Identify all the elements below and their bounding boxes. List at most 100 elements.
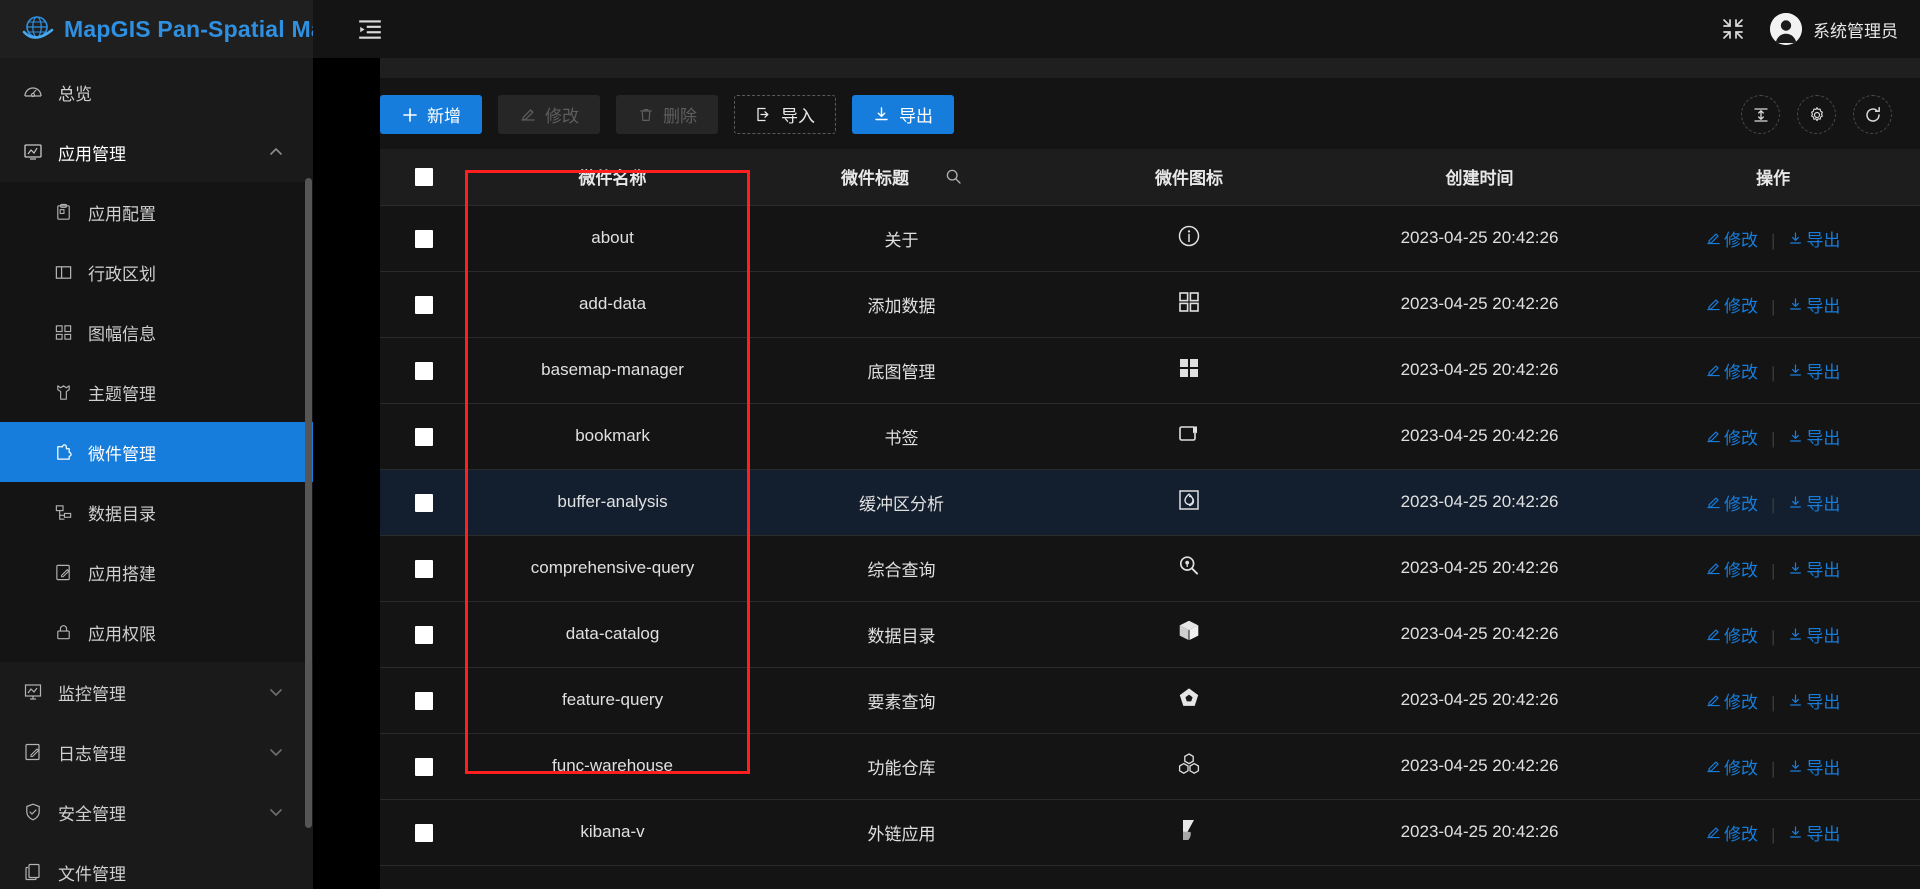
sidebar-item-monitor-management[interactable]: 监控管理 [0, 662, 313, 722]
edit-pencil-icon [1706, 627, 1721, 642]
table-row[interactable]: data-catalog 数据目录 2023-04-25 20:42:26 修改 | 导出 [380, 601, 1920, 668]
cell-widget-icon [1045, 337, 1333, 404]
refresh-icon [1864, 106, 1882, 124]
search-icon[interactable] [945, 168, 962, 185]
table-row[interactable]: bookmark 书签 2023-04-25 20:42:26 修改 | 导出 [380, 403, 1920, 470]
export-button[interactable]: 导出 [852, 95, 954, 134]
row-edit-link[interactable]: 修改 [1706, 358, 1758, 383]
import-button[interactable]: 导入 [734, 95, 836, 134]
row-checkbox[interactable] [414, 625, 433, 644]
row-checkbox[interactable] [414, 229, 433, 248]
row-checkbox[interactable] [414, 823, 433, 842]
row-export-link[interactable]: 导出 [1788, 424, 1840, 449]
sidebar-item-app-build[interactable]: 应用搭建 [0, 542, 313, 602]
row-export-link[interactable]: 导出 [1788, 490, 1840, 515]
sidebar-item-security-management[interactable]: 安全管理 [0, 782, 313, 842]
sidebar-menu: 总览 应用管理 应用配置 行政区划 图幅信息 主题管理 微件管理 数据目录 应用… [0, 58, 313, 889]
cell-actions: 修改 | 导出 [1626, 535, 1920, 602]
menu-fold-icon[interactable] [357, 16, 383, 42]
cubes-group-icon [1176, 751, 1202, 777]
row-checkbox[interactable] [414, 691, 433, 710]
sidebar-item-map-sheet[interactable]: 图幅信息 [0, 302, 313, 362]
sidebar-item-app-management[interactable]: 应用管理 [0, 122, 313, 182]
row-export-link[interactable]: 导出 [1788, 358, 1840, 383]
cell-widget-icon [1045, 667, 1333, 734]
cell-widget-title: 数据目录 [757, 601, 1046, 668]
row-edit-link[interactable]: 修改 [1706, 424, 1758, 449]
row-edit-link[interactable]: 修改 [1706, 556, 1758, 581]
row-export-link[interactable]: 导出 [1788, 688, 1840, 713]
row-export-link[interactable]: 导出 [1788, 754, 1840, 779]
row-export-link[interactable]: 导出 [1788, 556, 1840, 581]
cell-widget-title: 缓冲区分析 [757, 469, 1046, 536]
row-edit-label: 修改 [1723, 494, 1758, 514]
row-edit-link[interactable]: 修改 [1706, 490, 1758, 515]
shield-icon [22, 801, 44, 823]
row-export-link[interactable]: 导出 [1788, 226, 1840, 251]
fullscreen-exit-icon[interactable] [1722, 18, 1744, 40]
trash-icon [637, 106, 654, 123]
sidebar-item-label: 主题管理 [88, 384, 156, 404]
edit-pencil-icon [1706, 759, 1721, 774]
sidebar-item-widget-management[interactable]: 微件管理 [0, 422, 313, 482]
table-row[interactable]: add-data 添加数据 2023-04-25 20:42:26 修改 | 导出 [380, 271, 1920, 338]
sidebar-item-theme[interactable]: 主题管理 [0, 362, 313, 422]
table-row[interactable]: kibana-v 外链应用 2023-04-25 20:42:26 修改 | 导出 [380, 799, 1920, 866]
sidebar-item-file-management[interactable]: 文件管理 [0, 842, 313, 889]
add-button[interactable]: 新增 [380, 95, 482, 134]
table-row[interactable]: comprehensive-query 综合查询 2023-04-25 20:42:… [380, 535, 1920, 602]
sidebar-item-label: 应用权限 [88, 624, 156, 644]
log-icon [22, 741, 44, 763]
row-export-link[interactable]: 导出 [1788, 292, 1840, 317]
row-checkbox[interactable] [414, 757, 433, 776]
row-checkbox[interactable] [414, 559, 433, 578]
table-row[interactable]: basemap-manager 底图管理 2023-04-25 20:42:26 修改… [380, 337, 1920, 404]
table-row[interactable]: about 关于 2023-04-25 20:42:26 修改 | 导出 [380, 205, 1920, 272]
sidebar-item-data-catalog[interactable]: 数据目录 [0, 482, 313, 542]
edit-button[interactable]: 修改 [498, 95, 600, 134]
delete-button[interactable]: 删除 [616, 95, 718, 134]
row-checkbox-cell [380, 271, 468, 338]
edit-pencil-icon [1706, 693, 1721, 708]
sidebar-item-district[interactable]: 行政区划 [0, 242, 313, 302]
settings-button[interactable] [1797, 95, 1836, 134]
sidebar-item-overview[interactable]: 总览 [0, 62, 313, 122]
column-header-name[interactable]: 微件名称 [467, 149, 758, 206]
row-export-link[interactable]: 导出 [1788, 622, 1840, 647]
table-row[interactable]: buffer-analysis 缓冲区分析 2023-04-25 20:42:26 修… [380, 469, 1920, 536]
widget-panel: 新增 修改 删除 导入 导出 微件名称 微件标题 微件图标 创建时间 操作 ab… [380, 58, 1920, 889]
row-edit-link[interactable]: 修改 [1706, 754, 1758, 779]
row-edit-label: 修改 [1723, 296, 1758, 316]
row-edit-link[interactable]: 修改 [1706, 820, 1758, 845]
table-row[interactable]: func-warehouse 功能仓库 2023-04-25 20:42:26 修改 |… [380, 733, 1920, 800]
table-row[interactable]: feature-query 要素查询 2023-04-25 20:42:26 修改 | 导… [380, 667, 1920, 734]
row-edit-link[interactable]: 修改 [1706, 622, 1758, 647]
sidebar-item-app-config[interactable]: 应用配置 [0, 182, 313, 242]
sidebar-item-log-management[interactable]: 日志管理 [0, 722, 313, 782]
cell-created-time: 2023-04-25 20:42:26 [1332, 469, 1627, 536]
row-checkbox[interactable] [414, 493, 433, 512]
row-edit-link[interactable]: 修改 [1706, 292, 1758, 317]
row-checkbox[interactable] [414, 427, 433, 446]
user-menu[interactable]: 系统管理员 [1770, 13, 1898, 45]
row-checkbox[interactable] [414, 295, 433, 314]
download-icon [1788, 693, 1803, 708]
row-height-button[interactable] [1741, 95, 1780, 134]
refresh-button[interactable] [1853, 95, 1892, 134]
cell-created-time: 2023-04-25 20:42:26 [1332, 271, 1627, 338]
download-icon [1788, 627, 1803, 642]
sidebar-item-label: 日志管理 [58, 744, 126, 764]
row-edit-link[interactable]: 修改 [1706, 226, 1758, 251]
sidebar-item-app-permission[interactable]: 应用权限 [0, 602, 313, 662]
monitor-icon [22, 681, 44, 703]
select-all-checkbox[interactable] [414, 168, 433, 187]
row-checkbox[interactable] [414, 361, 433, 380]
download-icon [1788, 297, 1803, 312]
row-export-link[interactable]: 导出 [1788, 820, 1840, 845]
sidebar-scrollbar[interactable] [305, 178, 312, 828]
row-edit-link[interactable]: 修改 [1706, 688, 1758, 713]
sidebar-item-label: 图幅信息 [88, 324, 156, 344]
row-checkbox-cell [380, 667, 468, 734]
sidebar-item-label: 应用管理 [58, 144, 126, 164]
column-header-created[interactable]: 创建时间 [1332, 149, 1627, 206]
